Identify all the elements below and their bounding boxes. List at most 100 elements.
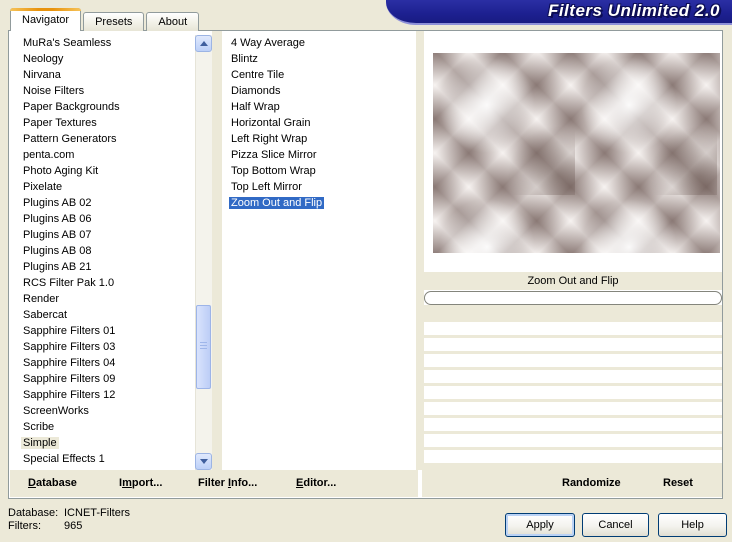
parameter-row bbox=[424, 386, 722, 399]
tab-label: Presets bbox=[95, 16, 133, 28]
list-item[interactable]: penta.com bbox=[14, 147, 195, 163]
list-item-label: Render bbox=[23, 293, 60, 305]
list-item-label: Pizza Slice Mirror bbox=[231, 149, 317, 161]
tab-navigator[interactable]: Navigator bbox=[10, 8, 82, 31]
list-item-label: Photo Aging Kit bbox=[23, 165, 99, 177]
list-item[interactable]: Top Left Mirror bbox=[222, 179, 416, 195]
list-item-label: Scribe bbox=[23, 421, 55, 433]
list-item-label: ScreenWorks bbox=[23, 405, 89, 417]
tab-label: About bbox=[158, 16, 188, 28]
list-item-label: Plugins AB 06 bbox=[23, 213, 92, 225]
list-item[interactable]: Horizontal Grain bbox=[222, 115, 416, 131]
status-database-value: ICNET-Filters bbox=[64, 507, 130, 519]
tab-presets[interactable]: Presets bbox=[83, 12, 145, 31]
database-button[interactable]: Database bbox=[28, 470, 77, 497]
parameter-slider[interactable] bbox=[424, 291, 722, 305]
list-item-label: Centre Tile bbox=[231, 69, 285, 81]
list-item-label: MuRa's Seamless bbox=[23, 37, 112, 49]
list-item-label: Sapphire Filters 03 bbox=[23, 341, 116, 353]
list-item[interactable]: Half Wrap bbox=[222, 99, 416, 115]
list-item[interactable]: Render bbox=[14, 291, 195, 307]
list-item-label: Plugins AB 21 bbox=[23, 261, 92, 273]
list-item[interactable]: Noise Filters bbox=[14, 83, 195, 99]
list-item[interactable]: Sabercat bbox=[14, 307, 195, 323]
filter-preview-image bbox=[433, 53, 720, 253]
list-item[interactable]: Top Bottom Wrap bbox=[222, 163, 416, 179]
status-filters-value: 965 bbox=[64, 520, 83, 532]
scroll-down-icon bbox=[199, 459, 208, 464]
parameter-row bbox=[424, 434, 722, 447]
parameter-row bbox=[424, 322, 722, 335]
list-item-label: Sapphire Filters 09 bbox=[23, 373, 116, 385]
list-item[interactable]: Sapphire Filters 09 bbox=[14, 371, 195, 387]
list-item[interactable]: Pixelate bbox=[14, 179, 195, 195]
list-item[interactable]: Centre Tile bbox=[222, 67, 416, 83]
list-item-label: RCS Filter Pak 1.0 bbox=[23, 277, 115, 289]
tab-about[interactable]: About bbox=[146, 12, 200, 31]
randomize-button[interactable]: Randomize bbox=[562, 470, 621, 497]
label-mnemonic: D bbox=[28, 477, 36, 489]
list-item[interactable]: Special Effects 1 bbox=[14, 451, 195, 467]
list-item[interactable]: Left Right Wrap bbox=[222, 131, 416, 147]
list-item[interactable]: Plugins AB 07 bbox=[14, 227, 195, 243]
list-item[interactable]: MuRa's Seamless bbox=[14, 35, 195, 51]
scrollbar-thumb[interactable] bbox=[196, 305, 211, 389]
list-item[interactable]: Scribe bbox=[14, 419, 195, 435]
list-item[interactable]: Photo Aging Kit bbox=[14, 163, 195, 179]
scroll-down-button[interactable] bbox=[195, 453, 212, 470]
list-item[interactable]: Paper Backgrounds bbox=[14, 99, 195, 115]
list-item[interactable]: Simple bbox=[14, 435, 195, 451]
list-item[interactable]: Zoom Out and Flip bbox=[222, 195, 416, 211]
label-part: ditor... bbox=[303, 477, 337, 489]
filter-info-button[interactable]: Filter Info... bbox=[198, 470, 257, 497]
divider bbox=[416, 31, 424, 470]
list-item[interactable]: 4 Way Average bbox=[222, 35, 416, 51]
parameter-row bbox=[424, 338, 722, 351]
list-item[interactable]: Nirvana bbox=[14, 67, 195, 83]
import-button[interactable]: Import... bbox=[119, 470, 162, 497]
parameter-row bbox=[424, 370, 722, 383]
help-button[interactable]: Help bbox=[658, 513, 727, 537]
filters-unlimited-dialog: Filters Unlimited 2.0 Navigator Presets … bbox=[0, 0, 732, 542]
list-item[interactable]: Plugins AB 08 bbox=[14, 243, 195, 259]
status-filters-label: Filters: bbox=[8, 520, 41, 532]
list-item-label: Sapphire Filters 12 bbox=[23, 389, 116, 401]
list-item[interactable]: Pizza Slice Mirror bbox=[222, 147, 416, 163]
label-part: nfo... bbox=[231, 477, 258, 489]
list-item[interactable]: Blintz bbox=[222, 51, 416, 67]
list-item-label: Horizontal Grain bbox=[231, 117, 311, 129]
status-database-label: Database: bbox=[8, 507, 59, 519]
list-item[interactable]: Plugins AB 21 bbox=[14, 259, 195, 275]
list-item-label: Left Right Wrap bbox=[231, 133, 308, 145]
category-list-scrollbar[interactable] bbox=[195, 35, 212, 470]
list-item[interactable]: Plugins AB 06 bbox=[14, 211, 195, 227]
list-item[interactable]: Sapphire Filters 03 bbox=[14, 339, 195, 355]
list-item[interactable]: Pattern Generators bbox=[14, 131, 195, 147]
list-item-label: Nirvana bbox=[23, 69, 61, 81]
list-item-label: Top Left Mirror bbox=[231, 181, 302, 193]
cancel-button[interactable]: Cancel bbox=[582, 513, 649, 537]
reset-button[interactable]: Reset bbox=[663, 470, 693, 497]
list-item-label: Half Wrap bbox=[231, 101, 280, 113]
list-item[interactable]: ScreenWorks bbox=[14, 403, 195, 419]
list-item-label: Zoom Out and Flip bbox=[229, 197, 325, 209]
toolbar-left: Database Import... Filter Info... Editor… bbox=[10, 470, 418, 497]
list-item[interactable]: Sapphire Filters 04 bbox=[14, 355, 195, 371]
list-item[interactable]: Neology bbox=[14, 51, 195, 67]
scroll-up-button[interactable] bbox=[195, 35, 212, 52]
list-item[interactable]: Sapphire Filters 12 bbox=[14, 387, 195, 403]
parameter-row bbox=[424, 450, 722, 463]
list-item[interactable]: RCS Filter Pak 1.0 bbox=[14, 275, 195, 291]
label-part: port... bbox=[131, 477, 163, 489]
list-item[interactable]: Plugins AB 02 bbox=[14, 195, 195, 211]
list-item-label: Plugins AB 07 bbox=[23, 229, 92, 241]
list-item[interactable]: Sapphire Filters 01 bbox=[14, 323, 195, 339]
list-item-label: Paper Backgrounds bbox=[23, 101, 120, 113]
list-item[interactable]: Paper Textures bbox=[14, 115, 195, 131]
apply-button[interactable]: Apply bbox=[505, 513, 575, 537]
list-item[interactable]: Diamonds bbox=[222, 83, 416, 99]
toolbar-right: Randomize Reset bbox=[422, 470, 722, 497]
label-mnemonic: m bbox=[122, 477, 132, 489]
editor-button[interactable]: Editor... bbox=[296, 470, 336, 497]
main-panel: MuRa's Seamless Neology Nirvana Noise Filte… bbox=[8, 30, 723, 499]
